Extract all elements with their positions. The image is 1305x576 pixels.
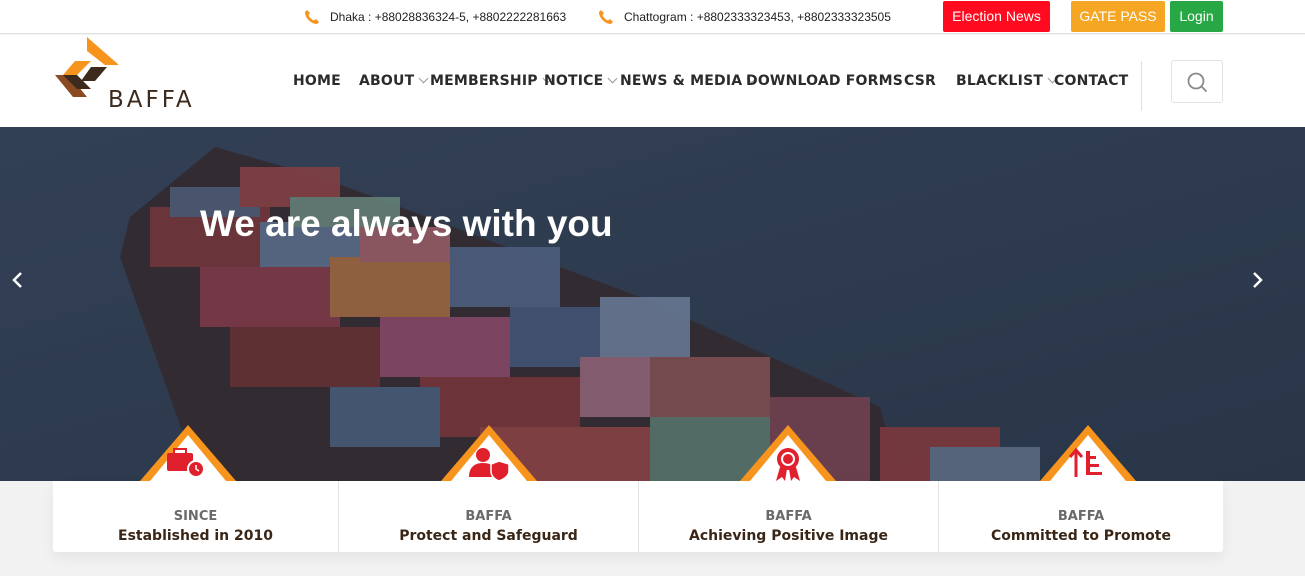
- feature-title: Established in 2010: [118, 528, 273, 544]
- site-header: BAFFA HOME ABOUT MEMBERSHIP NOTICE NEWS …: [0, 35, 1305, 127]
- nav-membership[interactable]: MEMBERSHIP: [430, 73, 553, 89]
- nav-blacklist-label: BLACKLIST: [956, 73, 1044, 89]
- nav-about[interactable]: ABOUT: [359, 73, 429, 89]
- election-news-button[interactable]: Election News: [943, 1, 1050, 32]
- chattogram-contact: Chattogram : +8802333323453, +8802333323…: [598, 9, 891, 25]
- brand-name: BAFFA: [108, 87, 195, 113]
- nav-news-media-label: NEWS & MEDIA: [620, 73, 743, 89]
- nav-news-media[interactable]: NEWS & MEDIA: [620, 73, 757, 89]
- phone-icon: [305, 10, 319, 24]
- nav-download-forms[interactable]: DOWNLOAD FORMS: [746, 73, 903, 89]
- nav-csr-label: CSR: [904, 73, 936, 89]
- baffa-logo[interactable]: BAFFA: [55, 37, 235, 113]
- search-button[interactable]: [1171, 60, 1223, 103]
- header-divider: [1141, 61, 1142, 111]
- chevron-left-icon[interactable]: [8, 270, 28, 290]
- user-shield-icon: [441, 425, 537, 482]
- phone-icon: [599, 10, 613, 24]
- nav-home-label: HOME: [293, 73, 341, 89]
- chevron-down-icon: [418, 73, 429, 84]
- nav-contact[interactable]: CONTACT: [1054, 73, 1128, 89]
- nav-download-forms-label: DOWNLOAD FORMS: [746, 73, 904, 89]
- feature-protect: BAFFA Protect and Safeguard: [338, 481, 638, 552]
- nav-home[interactable]: HOME: [293, 73, 341, 89]
- nav-csr[interactable]: CSR: [904, 73, 936, 89]
- chattogram-contact-text: Chattogram : +8802333323453, +8802333323…: [624, 10, 891, 24]
- feature-label: BAFFA: [765, 509, 812, 524]
- feature-promote: BAFFA Committed to Promote: [938, 481, 1223, 552]
- features-bar: SINCE Established in 2010 BAFFA Protect …: [53, 481, 1223, 552]
- nav-membership-label: MEMBERSHIP: [430, 73, 538, 89]
- nav-about-label: ABOUT: [359, 73, 415, 89]
- feature-label: BAFFA: [1057, 509, 1105, 524]
- feature-established: SINCE Established in 2010: [53, 481, 338, 552]
- feature-image: BAFFA Achieving Positive Image: [638, 481, 938, 552]
- feature-label: SINCE: [173, 509, 218, 524]
- award-ribbon-icon: [740, 425, 836, 481]
- toolbox-clock-icon: [140, 425, 236, 481]
- chevron-down-icon: [607, 73, 618, 84]
- nav-blacklist[interactable]: BLACKLIST: [956, 73, 1058, 89]
- chevron-right-icon[interactable]: [1247, 270, 1267, 290]
- top-bar: Dhaka : +88028836324-5, +8802222281663 C…: [0, 0, 1305, 34]
- sort-ascending-icon: [1040, 425, 1136, 481]
- search-icon: [1187, 72, 1207, 92]
- dhaka-contact-text: Dhaka : +88028836324-5, +8802222281663: [330, 10, 567, 24]
- feature-label: BAFFA: [465, 509, 512, 524]
- dhaka-contact: Dhaka : +88028836324-5, +8802222281663: [304, 9, 566, 25]
- nav-notice[interactable]: NOTICE: [544, 73, 618, 89]
- feature-title: Committed to Promote: [990, 528, 1171, 544]
- feature-title: Protect and Safeguard: [399, 528, 578, 544]
- nav-notice-label: NOTICE: [544, 73, 604, 89]
- hero-title: We are always with you: [200, 203, 613, 244]
- login-button[interactable]: Login: [1170, 1, 1223, 32]
- feature-title: Achieving Positive Image: [689, 528, 888, 544]
- nav-contact-label: CONTACT: [1054, 73, 1129, 89]
- gate-pass-button[interactable]: GATE PASS: [1071, 1, 1165, 32]
